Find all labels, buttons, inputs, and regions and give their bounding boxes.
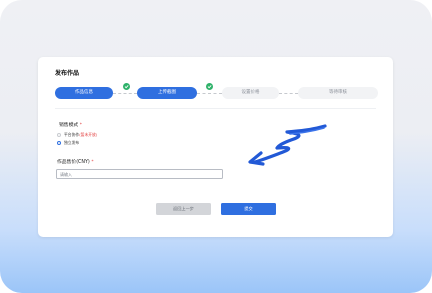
sale-mode-label-text: 销售模式 [59,123,79,128]
radio-unselected[interactable] [57,133,61,137]
price-label-text: 作品售价(CNY) [57,160,90,165]
step-work-info[interactable]: 作品信息 [55,87,113,99]
divider [55,108,376,109]
sale-mode-option-independent[interactable]: 独立发布 [57,140,79,146]
step-connector [279,93,298,94]
step-set-price[interactable]: 设置价格 [222,87,279,99]
option-label: 独立发布 [64,140,80,145]
required-mark: * [91,160,94,165]
step-await-review[interactable]: 等待审核 [298,87,378,99]
required-mark: * [79,123,82,128]
prev-step-button[interactable]: 返回上一步 [156,203,211,215]
check-icon [123,83,130,90]
page-title: 发布作品 [55,70,80,77]
check-icon [206,83,213,90]
publish-card: 发布作品 作品信息 上传截图 设置价格 等待审核 销售模式 * 平台协作 (暂未… [38,57,393,237]
option-note: (暂未开放) [79,132,98,137]
submit-button[interactable]: 提交 [221,203,276,215]
price-label: 作品售价(CNY) * [57,158,94,165]
app-background: 发布作品 作品信息 上传截图 设置价格 等待审核 销售模式 * 平台协作 (暂未… [0,0,432,293]
price-input[interactable]: 请输入 [56,169,223,179]
radio-selected[interactable] [57,141,61,145]
step-connector [113,93,137,94]
option-label: 平台协作 [64,132,80,137]
sale-mode-label: 销售模式 * [59,121,82,128]
hand-drawn-arrow-icon [248,124,327,166]
step-upload-screenshots[interactable]: 上传截图 [137,87,197,99]
sale-mode-option-platform[interactable]: 平台协作 (暂未开放) [57,132,97,138]
step-connector [197,93,222,94]
